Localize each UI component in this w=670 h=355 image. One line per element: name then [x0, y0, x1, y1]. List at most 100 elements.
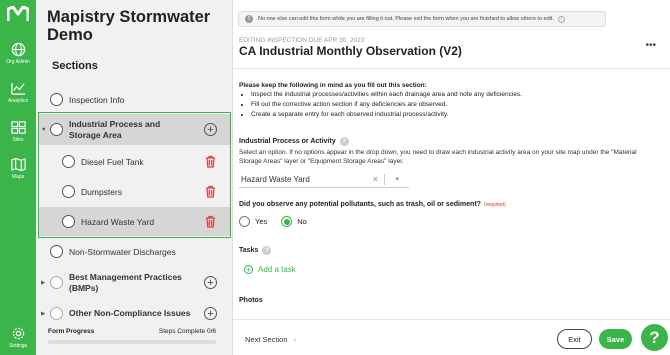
- check-circle-icon: [50, 307, 63, 320]
- field-label-text: Photos: [239, 297, 263, 304]
- save-button[interactable]: Save: [599, 329, 632, 349]
- trash-icon[interactable]: [205, 155, 216, 168]
- section-label: Non-Stormwater Discharges: [69, 246, 176, 257]
- trash-icon[interactable]: [205, 185, 216, 198]
- section-label: Best Management Practices (BMPs): [69, 271, 182, 293]
- page-title: CA Industrial Monthly Observation (V2): [239, 44, 462, 58]
- check-circle-icon: [50, 276, 63, 289]
- app-title: Mapistry Stormwater Demo: [47, 8, 211, 44]
- sections-heading: Sections: [52, 60, 98, 72]
- subsection-diesel-fuel-tank[interactable]: Diesel Fuel Tank: [36, 153, 233, 170]
- guidance-title: Please keep the following in mind as you…: [239, 82, 427, 89]
- help-icon[interactable]: ?: [339, 137, 349, 146]
- pollutants-question: Did you observe any potential pollutants…: [239, 201, 506, 208]
- add-task-label: Add a task: [258, 265, 296, 274]
- status-circle-icon: [50, 93, 63, 106]
- mapistry-logo[interactable]: [7, 6, 29, 22]
- due-date-kicker: EDITING INSPECTION DUE APR 30, 2023: [239, 37, 365, 44]
- add-entry-icon[interactable]: +: [204, 276, 217, 289]
- status-circle-icon: [62, 185, 75, 198]
- main-content: ! No one else can edit this form while y…: [233, 0, 670, 355]
- help-button[interactable]: ?: [641, 324, 668, 351]
- add-task-button[interactable]: + Add a task: [244, 265, 296, 274]
- photos-label: Photos: [239, 297, 263, 304]
- section-inspection-info[interactable]: Inspection Info: [36, 91, 233, 108]
- radio-yes-label[interactable]: Yes: [255, 217, 267, 226]
- industrial-process-label: Industrial Process or Activity ?: [239, 137, 349, 146]
- section-label: Hazard Waste Yard: [81, 216, 155, 227]
- map-icon: [10, 157, 26, 172]
- sites-icon: [10, 121, 26, 134]
- status-circle-icon: [50, 245, 63, 258]
- caret-down-icon[interactable]: ▼: [41, 127, 46, 133]
- rail-item-sites[interactable]: Sites: [0, 120, 36, 143]
- rail-label: Sites: [12, 137, 24, 143]
- guidance-item: Create a separate entry for each observe…: [251, 110, 659, 120]
- info-help-icon[interactable]: i: [557, 15, 565, 23]
- rail-item-settings[interactable]: Settings: [0, 326, 36, 349]
- subsection-hazard-waste-yard[interactable]: Hazard Waste Yard: [39, 207, 230, 236]
- selected-value: Hazard Waste Yard: [241, 174, 310, 184]
- rail-label: Analytics: [7, 98, 28, 104]
- select-separator: [384, 174, 385, 185]
- guidance-item: Inspect the industrial processes/activit…: [251, 90, 659, 100]
- caret-right-icon[interactable]: ▶: [41, 311, 45, 317]
- section-label: Dumpsters: [81, 186, 123, 197]
- radio-yes[interactable]: [239, 216, 250, 227]
- radio-no-label[interactable]: No: [297, 217, 307, 226]
- section-other-non-compliance[interactable]: ▶ Other Non-Compliance Issues +: [36, 306, 233, 321]
- more-options-icon[interactable]: •••: [645, 40, 656, 51]
- rail-label: Maps: [11, 174, 25, 180]
- guidance-item: Fill out the corrective action section i…: [251, 100, 659, 110]
- industrial-process-select[interactable]: Hazard Waste Yard × ▾: [239, 171, 409, 188]
- industrial-process-description: Select an option. If no options appear i…: [239, 149, 637, 165]
- chevron-down-icon[interactable]: ▾: [395, 175, 399, 183]
- clear-icon[interactable]: ×: [373, 174, 378, 184]
- section-guidance: Please keep the following in mind as you…: [239, 82, 659, 119]
- divider: [233, 68, 670, 69]
- subsection-dumpsters[interactable]: Dumpsters: [36, 183, 233, 200]
- section-label: Other Non-Compliance Issues: [69, 308, 191, 318]
- notice-text: No one else can edit this form while you…: [258, 16, 554, 22]
- pollutants-radio-group: Yes No: [239, 216, 307, 227]
- section-non-stormwater-discharges[interactable]: Non-Stormwater Discharges: [36, 243, 233, 260]
- field-label-text: Tasks: [239, 247, 259, 254]
- sections-panel: Mapistry Stormwater Demo Sections Inspec…: [36, 0, 233, 355]
- progress-steps: Steps Complete 0/6: [158, 328, 216, 335]
- globe-icon: [11, 42, 25, 57]
- exit-button[interactable]: Exit: [557, 329, 592, 349]
- analytics-icon: [10, 82, 25, 95]
- section-label: Industrial Process and Storage Area: [69, 118, 161, 140]
- rail-item-analytics[interactable]: Analytics: [0, 81, 36, 104]
- section-label: Inspection Info: [69, 94, 125, 105]
- rail-item-org-admin[interactable]: Org Admin: [0, 42, 36, 65]
- gear-icon: [12, 327, 24, 340]
- status-circle-icon: [50, 123, 63, 136]
- next-section-label: Next Section: [245, 335, 288, 344]
- add-entry-icon[interactable]: +: [204, 123, 217, 136]
- add-entry-icon[interactable]: +: [204, 307, 217, 320]
- help-icon[interactable]: ?: [262, 246, 272, 255]
- app-rail: Org Admin Analytics Sites Maps Settings: [0, 0, 36, 355]
- tasks-label: Tasks ?: [239, 246, 272, 255]
- caret-right-icon[interactable]: ▶: [41, 280, 45, 286]
- field-label-text: Did you observe any potential pollutants…: [239, 201, 481, 208]
- rail-item-maps[interactable]: Maps: [0, 157, 36, 180]
- edit-lock-notice: ! No one else can edit this form while y…: [238, 11, 606, 27]
- progress-bar: [48, 340, 216, 344]
- status-circle-icon: [62, 215, 75, 228]
- section-industrial-process[interactable]: ▼ Industrial Process and Storage Area +: [39, 114, 230, 145]
- radio-no[interactable]: [281, 216, 293, 227]
- required-tag: (required): [483, 201, 506, 208]
- rail-label: Org Admin: [6, 59, 30, 65]
- form-progress: Form Progress Steps Complete 0/6: [48, 328, 216, 344]
- info-icon: !: [245, 15, 253, 23]
- trash-icon[interactable]: [205, 215, 216, 228]
- rail-label: Settings: [8, 343, 28, 349]
- section-label: Diesel Fuel Tank: [81, 156, 144, 167]
- plus-icon: +: [244, 265, 253, 274]
- next-section-button[interactable]: Next Section ›: [245, 335, 296, 344]
- chevron-right-icon: ›: [293, 335, 297, 344]
- field-label-text: Industrial Process or Activity: [239, 138, 336, 145]
- section-bmps[interactable]: ▶ Best Management Practices (BMPs) +: [36, 270, 233, 295]
